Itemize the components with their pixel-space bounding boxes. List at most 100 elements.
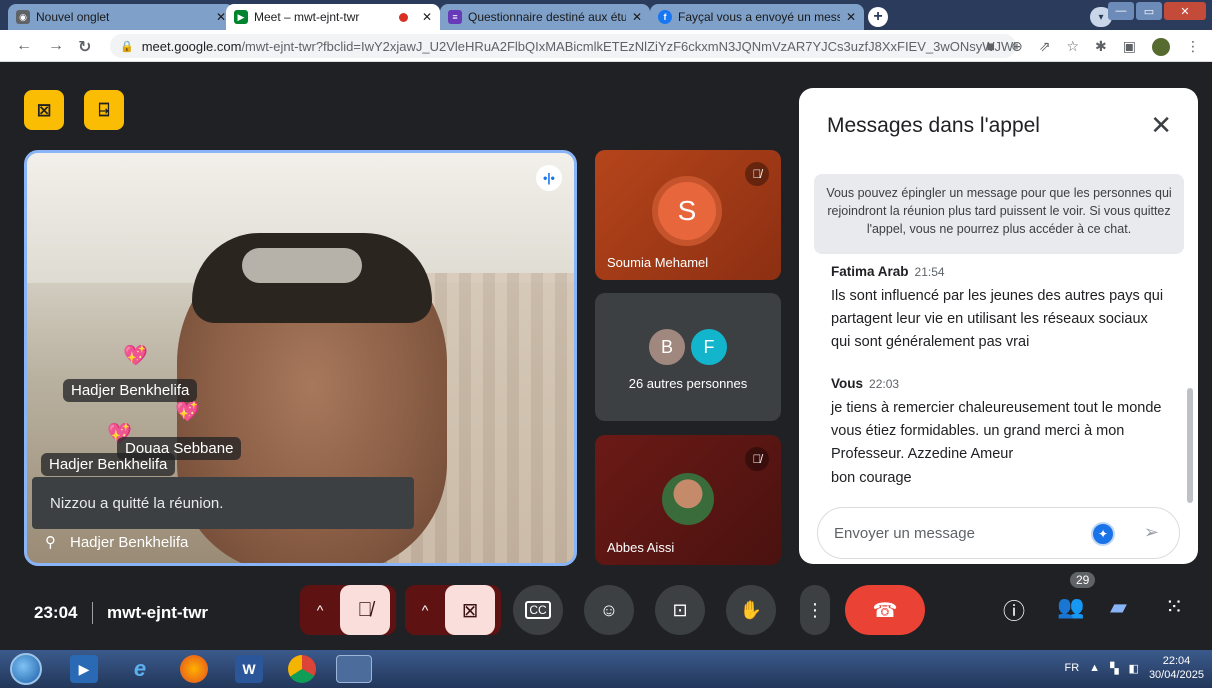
profile-avatar[interactable]	[1152, 38, 1170, 56]
internet-explorer-icon[interactable]: e	[126, 655, 154, 683]
present-button[interactable]: ⊡	[655, 585, 705, 635]
close-icon[interactable]: ✕	[1150, 110, 1172, 141]
layout-off-icon: ⊠	[36, 99, 52, 120]
close-tab-icon[interactable]: ✕	[846, 10, 856, 24]
volume-icon[interactable]: ◧	[1129, 662, 1139, 675]
url-path: /mwt-ejnt-twr?fbclid=IwY2xjawJ_U2VleHRuA…	[241, 38, 1016, 54]
message-input[interactable]	[834, 524, 1084, 542]
reaction-name-chip: Hadjer Benkhelifa	[41, 453, 176, 476]
participant-tile-abbes[interactable]: 🎙̸ Abbes Aissi	[595, 435, 781, 565]
language-indicator[interactable]: FR	[1065, 662, 1080, 674]
pin-icon[interactable]: ⚲	[45, 533, 56, 551]
assist-sparkle-icon[interactable]: ✦	[1091, 522, 1115, 546]
mic-control: ^ 🎙̸	[300, 585, 396, 635]
raise-hand-button[interactable]: ✋	[726, 585, 776, 635]
participant-left-toast: Nizzou a quitté la réunion.	[32, 477, 414, 529]
media-player-icon[interactable]: ▶	[70, 655, 98, 683]
extensions-puzzle-icon[interactable]: ✱	[1095, 38, 1107, 56]
meet-icon: ▶	[234, 10, 248, 24]
door-icon: ⍈	[98, 99, 110, 120]
close-tab-icon[interactable]: ✕	[632, 10, 642, 24]
message-author: Fatima Arab	[831, 264, 909, 279]
others-tile[interactable]: B F 26 autres personnes	[595, 293, 781, 421]
meeting-code: mwt-ejnt-twr	[107, 603, 209, 622]
mic-options-chevron-icon[interactable]: ^	[300, 602, 340, 618]
firefox-icon[interactable]	[180, 655, 208, 683]
reaction-name-chip: Hadjer Benkhelifa	[63, 379, 198, 402]
show-hidden-icons-icon[interactable]: ▲	[1089, 662, 1100, 674]
window-controls: — ▭ ✕	[1106, 2, 1206, 20]
main-tile-name: ⚲ Hadjer Benkhelifa	[45, 533, 188, 552]
network-icon[interactable]: ▚	[1110, 662, 1118, 675]
close-tab-icon[interactable]: ✕	[216, 10, 226, 24]
browser-menu-icon[interactable]: ⋮	[1186, 38, 1200, 56]
reactions-button[interactable]: ☺	[584, 585, 634, 635]
zoom-icon[interactable]: ⊕	[1011, 38, 1023, 56]
tray-date: 30/04/2025	[1148, 669, 1204, 681]
layout-off-button[interactable]: ⊠	[24, 90, 64, 130]
close-tab-icon[interactable]: ✕	[422, 10, 432, 24]
lock-icon[interactable]: 🔒	[120, 40, 134, 53]
camera-off-button[interactable]: ⊠	[445, 585, 495, 635]
send-icon[interactable]: ➢	[1144, 522, 1159, 543]
chat-input-box[interactable]: ✦ ➢	[817, 507, 1180, 559]
people-count-badge: 29	[1070, 572, 1096, 588]
chrome-active-window-icon[interactable]	[336, 655, 372, 683]
avatar	[662, 473, 714, 525]
people-icon[interactable]: 👥	[1057, 594, 1084, 620]
hand-icon: ✋	[739, 599, 763, 620]
restore-button[interactable]: ▭	[1136, 2, 1162, 20]
camera-in-use-icon[interactable]: ■	[987, 38, 995, 56]
avatar: S	[652, 176, 722, 246]
os-taskbar: ▶ e W FR ▲ ▚ ◧ 22:04 30/04/2025	[0, 650, 1212, 688]
minimize-button[interactable]: —	[1108, 2, 1134, 20]
captions-button[interactable]: CC	[513, 585, 563, 635]
meet-stage: ⊠ ⍈ •|• 💖 💖 💖 Hadjer Benkhelifa Douaa Se…	[0, 62, 1212, 650]
reload-icon[interactable]: ↻	[78, 37, 91, 57]
tab-new-tab[interactable]: ◉ Nouvel onglet ✕	[8, 4, 234, 30]
sparkle-heart-emoji: 💖	[175, 401, 200, 423]
address-bar: ← → ↻ 🔒 meet.google.com/mwt-ejnt-twr?fbc…	[0, 30, 1212, 62]
tray-clock[interactable]: 22:04 30/04/2025	[1149, 654, 1204, 682]
captions-icon: CC	[525, 601, 551, 619]
side-panel-icon[interactable]: ▣	[1123, 38, 1136, 56]
others-count-label: 26 autres personnes	[628, 376, 748, 391]
new-tab-button[interactable]: +	[868, 7, 888, 27]
url-field[interactable]: 🔒 meet.google.com/mwt-ejnt-twr?fbclid=Iw…	[110, 34, 1016, 58]
chrome-icon[interactable]	[288, 655, 316, 683]
tab-questionnaire[interactable]: ≡ Questionnaire destiné aux étudia ✕	[440, 4, 650, 30]
tab-title: Questionnaire destiné aux étudia	[468, 10, 626, 24]
message-time: 21:54	[914, 265, 945, 279]
leave-call-button[interactable]: ☎	[845, 585, 925, 635]
back-arrow-icon[interactable]: ←	[16, 37, 32, 55]
mic-off-button[interactable]: 🎙̸	[340, 585, 390, 635]
info-icon[interactable]: ⓘ	[1003, 594, 1025, 626]
avatar: F	[689, 327, 729, 367]
bookmark-star-icon[interactable]: ☆	[1066, 38, 1079, 56]
tray-time: 22:04	[1162, 655, 1191, 667]
toolbar-icons: ■ ⊕ ⇗ ☆ ✱ ▣ ⋮	[987, 38, 1200, 56]
tab-title: Nouvel onglet	[36, 10, 110, 24]
participant-tile-soumia[interactable]: S 🎙̸ Soumia Mehamel	[595, 150, 781, 280]
muted-mic-icon: 🎙̸	[745, 447, 769, 471]
avatar: B	[647, 327, 687, 367]
camera-options-chevron-icon[interactable]: ^	[405, 602, 445, 618]
smiley-icon: ☺	[599, 599, 619, 620]
chat-icon[interactable]: ▰	[1110, 594, 1127, 620]
tab-meet[interactable]: ▶ Meet – mwt-ejnt-twr ✕	[226, 4, 440, 30]
windows-start-icon[interactable]	[10, 653, 42, 685]
chat-scrollbar[interactable]	[1187, 388, 1193, 503]
message-time: 22:03	[869, 377, 900, 391]
chat-message: Vous 22:03 je tiens à remercier chaleureu…	[831, 376, 1171, 490]
tab-facebook[interactable]: f Fayçal vous a envoyé un messag ✕	[650, 4, 864, 30]
forward-arrow-icon[interactable]: →	[48, 37, 64, 55]
browser-tab-strip: ◉ Nouvel onglet ✕ ▶ Meet – mwt-ejnt-twr …	[0, 0, 1212, 30]
close-window-button[interactable]: ✕	[1164, 2, 1206, 20]
activities-grid-icon[interactable]: ⁙	[1165, 594, 1183, 620]
word-icon[interactable]: W	[235, 655, 263, 683]
more-options-button[interactable]: ⋮	[800, 585, 830, 635]
share-icon[interactable]: ⇗	[1039, 38, 1051, 56]
leave-door-button[interactable]: ⍈	[84, 90, 124, 130]
mic-off-icon: 🎙̸	[357, 598, 373, 621]
camera-control: ^ ⊠	[405, 585, 501, 635]
